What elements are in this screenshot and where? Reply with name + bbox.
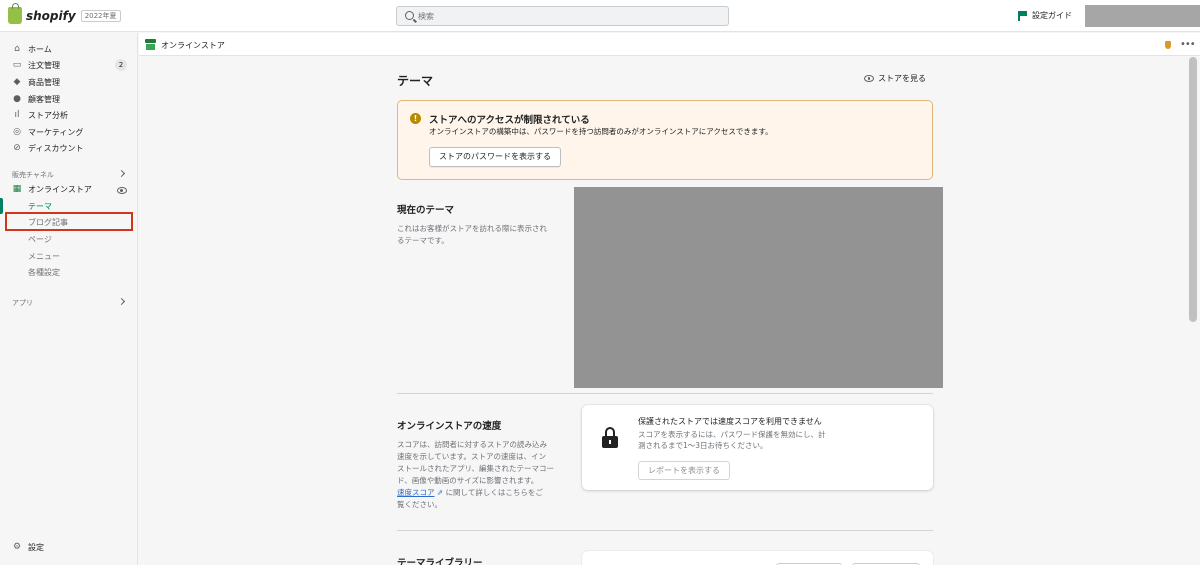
setup-guide-button[interactable]: 設定ガイド [1018,10,1072,21]
sidebar-item-label: ディスカウント [28,143,84,153]
sidebar-item-settings[interactable]: ⚙ 設定 [0,539,138,555]
channel-title: オンラインストア [161,41,225,50]
store-speed-description: スコアは、訪問者に対するストアの読み込み 速度を示しています。ストアの速度は、イ… [397,440,555,509]
sidebar-item-home[interactable]: ⌂ ホーム [0,41,138,57]
sales-channels-heading: 販売チャネル [12,171,54,179]
search-icon [405,11,414,20]
sidebar-item-label: マーケティング [28,127,84,137]
shopify-bag-icon [8,3,22,24]
speed-score-link[interactable]: 速度スコア [397,488,435,497]
store-speed-heading: オンラインストアの速度 [397,421,502,432]
speed-score-card: 保護されたストアでは速度スコアを利用できません スコアを表示するには、パスワード… [582,405,933,490]
sidebar-item-label: 設定 [28,542,44,552]
scrollbar-thumb[interactable] [1189,57,1197,322]
theme-library-card [582,551,933,565]
sidebar-item-label: ストア分析 [28,110,68,120]
pin-icon[interactable] [1165,41,1171,49]
setup-guide-label: 設定ガイド [1032,11,1072,20]
sidebar-item-discounts[interactable]: ⊘ ディスカウント [0,140,138,156]
sidebar-item-customers[interactable]: ● 顧客管理 [0,91,138,107]
discount-icon: ⊘ [13,143,21,153]
apps-heading[interactable]: アプリ [12,298,33,308]
inbox-icon: ▭ [12,60,22,70]
store-icon [145,39,156,50]
more-actions-icon[interactable]: ••• [1180,39,1196,50]
sidebar-item-label: ホーム [28,44,52,54]
bar-chart-icon: ıl [14,110,20,120]
edition-badge: 2022年夏 [80,9,121,22]
current-theme-heading: 現在のテーマ [397,205,455,216]
sidebar-sub-navigation[interactable]: メニュー [28,251,60,262]
show-store-password-button[interactable]: ストアのパスワードを表示する [429,147,561,167]
sidebar-item-orders[interactable]: ▭ 注文管理 2 [0,57,138,73]
orders-count-badge: 2 [115,59,127,71]
sidebar-item-products[interactable]: ◆ 商品管理 [0,74,138,90]
page-title: テーマ [397,74,434,88]
shopify-logo[interactable]: shopify 2022年夏 [8,3,121,24]
search-input[interactable] [418,9,718,23]
current-theme-description: これはお客様がストアを訪れる際に表示され るテーマです。 [397,224,547,245]
target-icon: ◎ [13,127,21,137]
top-bar: shopify 2022年夏 設定ガイド [0,0,1200,32]
blog-posts-highlight-box [5,212,133,231]
active-indicator [0,198,3,214]
view-online-store-eye-icon[interactable] [117,187,127,194]
view-store-label: ストアを見る [878,74,926,83]
person-icon: ● [13,94,21,104]
theme-preview-image[interactable] [574,187,943,388]
search-bar[interactable] [396,6,729,26]
account-menu[interactable] [1085,5,1200,27]
access-restricted-banner: ! ストアへのアクセスが制限されている オンラインストアの構築中は、パスワードを… [397,100,933,180]
warning-icon: ! [410,113,421,124]
sidebar-item-label: 商品管理 [28,77,60,87]
lock-icon [602,427,618,448]
brand-name: shopify [26,8,76,23]
gear-icon: ⚙ [12,542,22,552]
section-divider [397,393,933,394]
section-divider [397,530,933,531]
sidebar-item-marketing[interactable]: ◎ マーケティング [0,124,138,140]
channel-header: オンラインストア ••• [139,33,1200,56]
sidebar-item-label: 顧客管理 [28,94,60,104]
banner-title: ストアへのアクセスが制限されている [429,115,590,126]
eye-icon [864,75,874,82]
sidebar-sub-themes[interactable]: テーマ [28,201,52,212]
tag-icon: ◆ [13,77,21,87]
home-icon: ⌂ [14,44,20,54]
banner-body: オンラインストアの構築中は、パスワードを持つ訪問者のみがオンラインストアにアクセ… [429,127,773,136]
speed-card-title: 保護されたストアでは速度スコアを利用できません [638,417,822,426]
flag-icon [1018,10,1027,21]
sidebar-item-label: 注文管理 [28,60,60,70]
store-icon: ▦ [12,184,22,194]
chevron-right-icon[interactable] [117,169,126,178]
sidebar-item-label: オンラインストア [28,184,92,194]
sidebar-item-analytics[interactable]: ıl ストア分析 [0,107,138,123]
sidebar-sub-pages[interactable]: ページ [28,234,52,245]
view-report-button[interactable]: レポートを表示する [638,461,730,480]
theme-library-heading: テーマライブラリー [397,558,483,565]
speed-card-body: スコアを表示するには、パスワード保護を無効にし、計 測されるまで1〜3日お待ちく… [638,430,826,450]
sidebar-sub-preferences[interactable]: 各種設定 [28,267,60,278]
view-store-button[interactable]: ストアを見る [864,73,926,84]
